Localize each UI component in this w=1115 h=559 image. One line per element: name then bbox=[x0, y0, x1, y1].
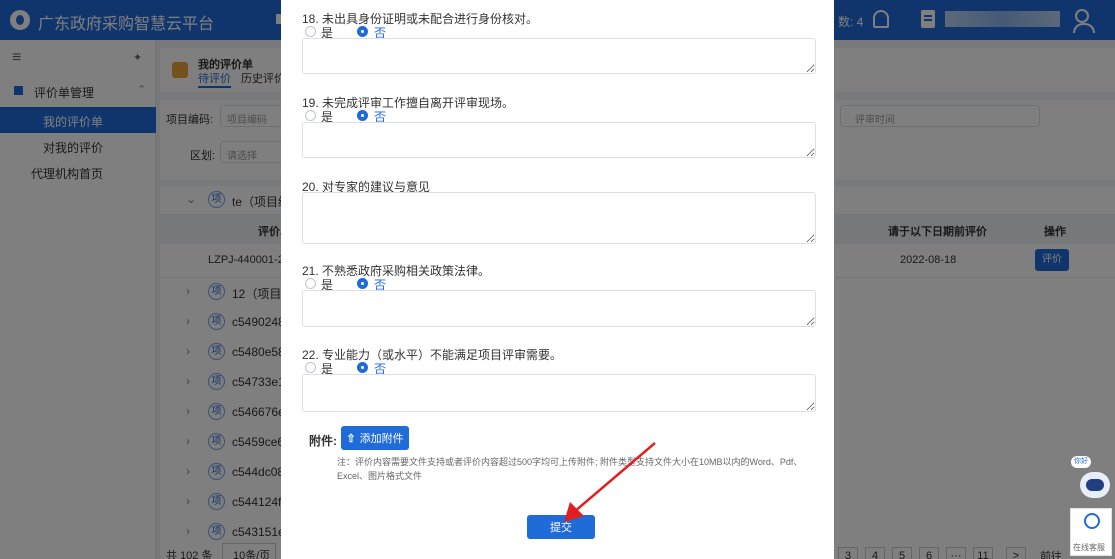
submit-button[interactable]: 提交 bbox=[527, 515, 595, 539]
radio-no[interactable] bbox=[357, 362, 368, 373]
attachment-label: 附件: bbox=[309, 434, 337, 448]
radio-no[interactable] bbox=[357, 278, 368, 289]
radio-no[interactable] bbox=[357, 26, 368, 37]
upload-icon: ⇧ bbox=[346, 433, 356, 445]
radio-yes[interactable] bbox=[305, 26, 316, 37]
robot-icon bbox=[1080, 472, 1110, 498]
greeting-bubble: 你好 bbox=[1071, 456, 1091, 468]
radio-yes[interactable] bbox=[305, 362, 316, 373]
question-21-comment[interactable] bbox=[302, 290, 816, 327]
online-service-label: 在线客服 bbox=[1073, 543, 1105, 552]
radio-yes[interactable] bbox=[305, 278, 316, 289]
question-22-comment[interactable] bbox=[302, 374, 816, 412]
attachment-note: 注：评价内容需要文件支持或者评价内容超过500字均可上传附件; 附件类型支持文件… bbox=[337, 457, 803, 481]
add-attachment-button[interactable]: ⇧ 添加附件 bbox=[341, 426, 409, 450]
radio-yes[interactable] bbox=[305, 110, 316, 121]
evaluation-modal: 18. 未出具身份证明或未配合进行身份核对。 是 否 19. 未完成评审工作擅自… bbox=[281, 0, 834, 559]
question-19-comment[interactable] bbox=[302, 122, 816, 158]
robot-assistant-widget[interactable]: 你好 在线客服 bbox=[1068, 456, 1112, 556]
attachment-row: 附件: ⇧ 添加附件 bbox=[302, 426, 822, 456]
online-service-button[interactable]: 在线客服 bbox=[1070, 508, 1112, 556]
add-attachment-label: 添加附件 bbox=[359, 433, 404, 445]
headset-icon bbox=[1084, 513, 1100, 529]
question-18-comment[interactable] bbox=[302, 38, 816, 74]
expert-suggestion-input[interactable] bbox=[302, 192, 816, 244]
radio-no[interactable] bbox=[357, 110, 368, 121]
